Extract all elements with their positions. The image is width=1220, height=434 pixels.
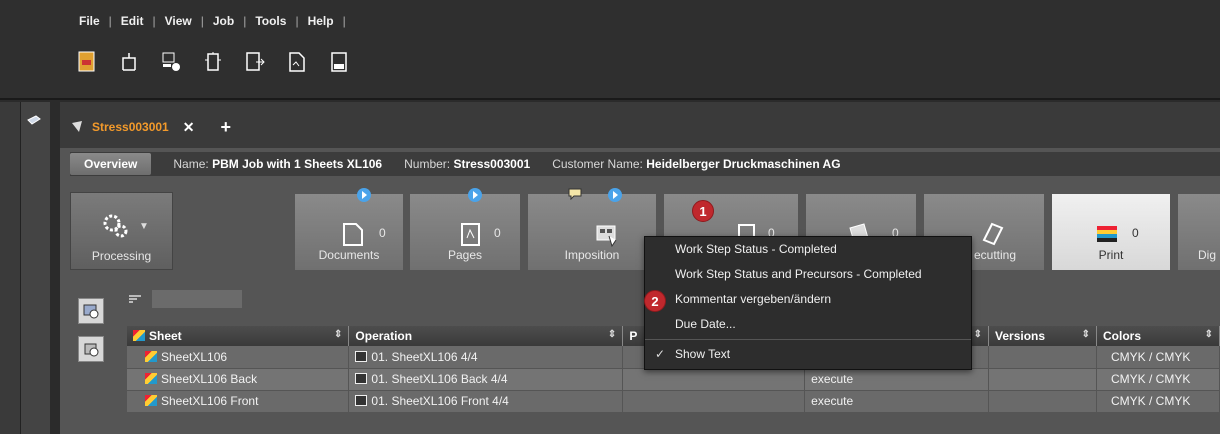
job-tree-icon[interactable] [118,50,140,74]
user-settings-icon[interactable] [160,50,182,74]
play-icon[interactable] [468,188,482,202]
menu-view[interactable]: View [156,14,201,28]
step-label: Imposition [564,248,620,262]
menu-job[interactable]: Job [204,14,243,28]
close-tab-icon[interactable]: ✕ [183,119,195,136]
step-label: Dig [1198,248,1217,262]
play-icon[interactable] [608,188,622,202]
menu-file[interactable]: File [70,14,109,28]
table-row[interactable]: SheetXL106 Back 01. SheetXL106 Back 4/4 … [127,368,1220,391]
pin-icon[interactable] [26,114,42,126]
gears-icon [103,214,128,238]
step-label: Print [1098,248,1124,262]
menu-help[interactable]: Help [299,14,343,28]
sheet-icon [145,395,157,406]
sort-icon: ⇕ [1204,329,1213,340]
job-workspace: Stress003001 ✕ + Overview Name: PBM Job … [60,102,1220,434]
left-sidebar [0,102,50,434]
play-icon[interactable] [357,188,371,202]
menu-item-due-date[interactable]: Due Date... [645,312,971,337]
menu-bar: File | Edit | View | Job | Tools | Help | [70,14,346,28]
cutting-icon [982,222,1004,246]
number-label: Number: [404,157,451,171]
step-imposition[interactable]: Imposition [528,188,656,270]
step-label: Pages [447,248,483,262]
sheet-icon [145,350,157,362]
annotation-marker-1: 1 [692,200,714,222]
processing-label: Processing [91,249,152,263]
menu-edit[interactable]: Edit [112,14,153,28]
column-header-sheet[interactable]: Sheet ⇕ [127,326,350,346]
job-info-bar: Overview Name: PBM Job with 1 Sheets XL1… [70,152,1220,176]
filter-icon[interactable] [128,294,142,304]
processing-button[interactable]: ▼ Processing [70,192,173,270]
ppd-icon[interactable] [328,50,350,74]
imposition-icon [596,225,617,248]
job-tab[interactable]: Stress003001 ✕ + [70,114,231,140]
menu-tools[interactable]: Tools [246,14,295,28]
sheet-icon [145,373,157,384]
menu-divider [645,339,971,340]
filter-input[interactable] [152,290,242,308]
filter-bar [128,290,242,308]
device-icon[interactable] [202,50,224,74]
operation-icon [355,373,368,384]
sort-icon: ⇕ [607,329,617,340]
step-pages[interactable]: 0 Pages [410,188,520,270]
customer-name: Heidelberger Druckmaschinen AG [646,157,841,171]
column-header-operation[interactable]: Operation ⇕ [348,326,624,346]
sort-icon: ⇕ [973,329,983,340]
column-header-colors[interactable]: Colors ⇕ [1096,326,1220,346]
table-row[interactable]: SheetXL106 Front 01. SheetXL106 Front 4/… [127,390,1220,413]
documents-icon [343,223,363,246]
menu-item-show-text[interactable]: ✓ Show Text [645,342,971,367]
pages-icon [461,223,480,246]
job-number: Stress003001 [453,157,531,171]
plate-view-icon [84,343,99,357]
step-documents[interactable]: 0 Documents [295,188,403,270]
menu-item-comment[interactable]: Kommentar vergeben/ändern [645,287,971,312]
view-switcher [78,298,104,374]
sort-icon: ⇕ [334,329,343,340]
customer-label: Customer Name: [552,157,643,171]
chevron-down-icon[interactable]: ▼ [139,221,149,232]
toolbar [76,50,350,74]
operation-icon [355,395,368,406]
operation-icon [355,350,368,362]
annotation-marker-2: 2 [644,290,666,312]
import-icon[interactable] [244,50,266,74]
step-digital[interactable]: Dig [1178,194,1220,270]
column-header-versions[interactable]: Versions ⇕ [988,326,1097,346]
overview-button[interactable]: Overview [70,153,152,175]
sort-icon: ⇕ [1081,329,1090,340]
menu-item-status-precursors-completed[interactable]: Work Step Status and Precursors - Comple… [645,262,971,287]
sheet-view-icon [83,304,99,319]
job-tab-name[interactable]: Stress003001 [92,120,169,134]
job-report-icon[interactable] [76,50,98,74]
context-menu: Work Step Status - Completed Work Step S… [644,236,972,370]
print-icon [1097,226,1117,242]
name-label: Name: [173,157,209,171]
top-bar: File | Edit | View | Job | Tools | Help | [0,0,1220,100]
sheet-view-button[interactable] [78,298,104,324]
sheet-icon [133,330,145,341]
plate-view-button[interactable] [78,336,104,362]
comment-icon[interactable] [568,188,582,200]
document-icon[interactable] [286,50,308,74]
menu-item-status-completed[interactable]: Work Step Status - Completed [645,237,971,262]
checkmark-icon: ✓ [655,347,666,361]
step-label: Documents [318,248,380,262]
job-name: PBM Job with 1 Sheets XL106 [212,157,383,171]
step-print[interactable]: 0 Print [1052,194,1170,270]
job-tab-icon [72,121,82,132]
tab-strip: Stress003001 ✕ + [60,102,1220,148]
add-tab-button[interactable]: + [220,117,231,138]
